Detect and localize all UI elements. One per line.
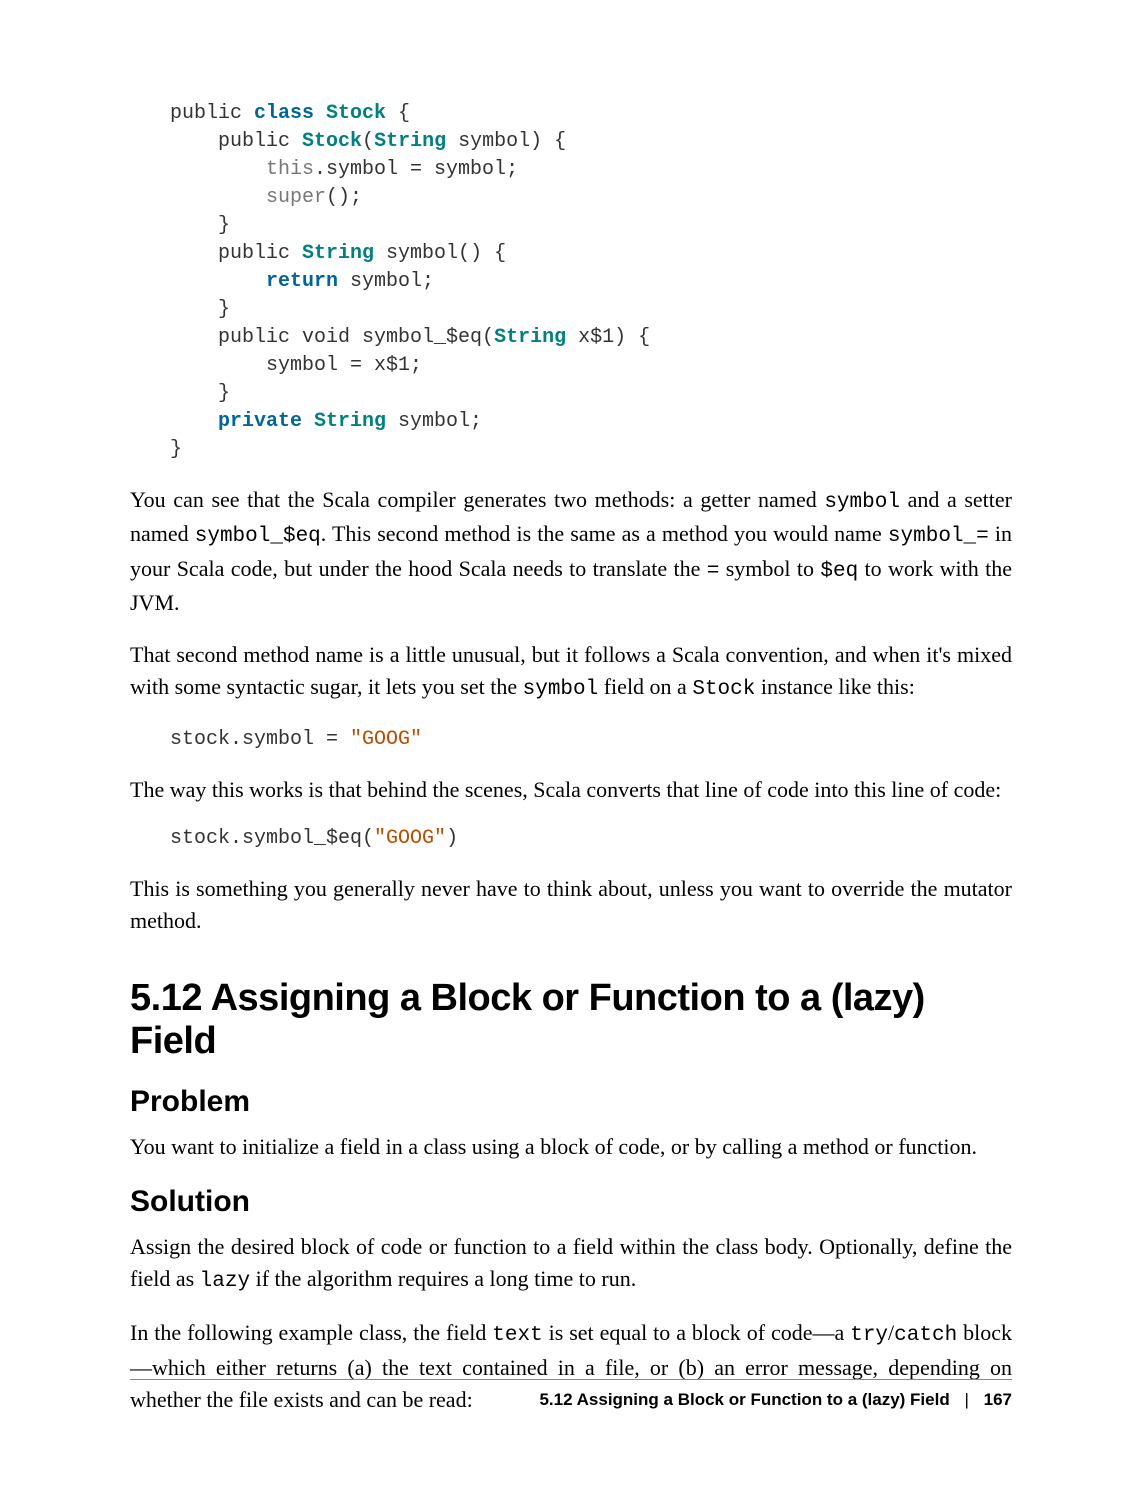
page: public class Stock { public Stock(String… [0,0,1142,1500]
paragraph: The way this works is that behind the sc… [130,774,1012,806]
code-line: } [170,438,182,461]
paragraph: This is something you generally never ha… [130,873,1012,937]
inline-code: symbol_= [888,525,989,548]
inline-code: = [707,560,720,583]
code-line: symbol = x$1; [170,354,422,377]
inline-code: $eq [820,560,858,583]
footer-section-title: 5.12 Assigning a Block or Function to a … [539,1390,949,1409]
code-line: return symbol; [170,270,434,293]
code-line: stock.symbol_$eq("GOOG") [170,827,458,850]
code-line: this.symbol = symbol; [170,158,518,181]
paragraph: You want to initialize a field in a clas… [130,1131,1012,1163]
code-line: public Stock(String symbol) { [170,130,566,153]
code-block-2: stock.symbol = "GOOG" [170,726,1012,754]
inline-code: try [850,1324,888,1347]
paragraph: You can see that the Scala compiler gene… [130,484,1012,619]
paragraph: That second method name is a little unus… [130,639,1012,705]
inline-code: symbol [824,491,900,514]
inline-code: text [492,1324,542,1347]
inline-code: lazy [200,1270,250,1293]
page-footer: 5.12 Assigning a Block or Function to a … [130,1379,1012,1410]
code-block-1: public class Stock { public Stock(String… [170,100,1012,464]
paragraph: Assign the desired block of code or func… [130,1231,1012,1297]
section-heading: 5.12 Assigning a Block or Function to a … [130,977,1012,1063]
inline-code: symbol_$eq [195,525,321,548]
subsection-heading-solution: Solution [130,1185,1012,1219]
code-line: public void symbol_$eq(String x$1) { [170,326,650,349]
code-line: } [170,214,230,237]
subsection-heading-problem: Problem [130,1085,1012,1119]
code-line: private String symbol; [170,410,482,433]
inline-code: Stock [692,678,755,701]
code-line: super(); [170,186,362,209]
code-line: public class Stock { [170,102,410,125]
code-line: } [170,298,230,321]
footer-separator: | [964,1390,968,1409]
inline-code: catch [894,1324,957,1347]
code-line: stock.symbol = "GOOG" [170,728,422,751]
code-line: } [170,382,230,405]
code-line: public String symbol() { [170,242,506,265]
footer-page-number: 167 [984,1390,1012,1409]
inline-code: symbol [523,678,599,701]
code-block-3: stock.symbol_$eq("GOOG") [170,825,1012,853]
